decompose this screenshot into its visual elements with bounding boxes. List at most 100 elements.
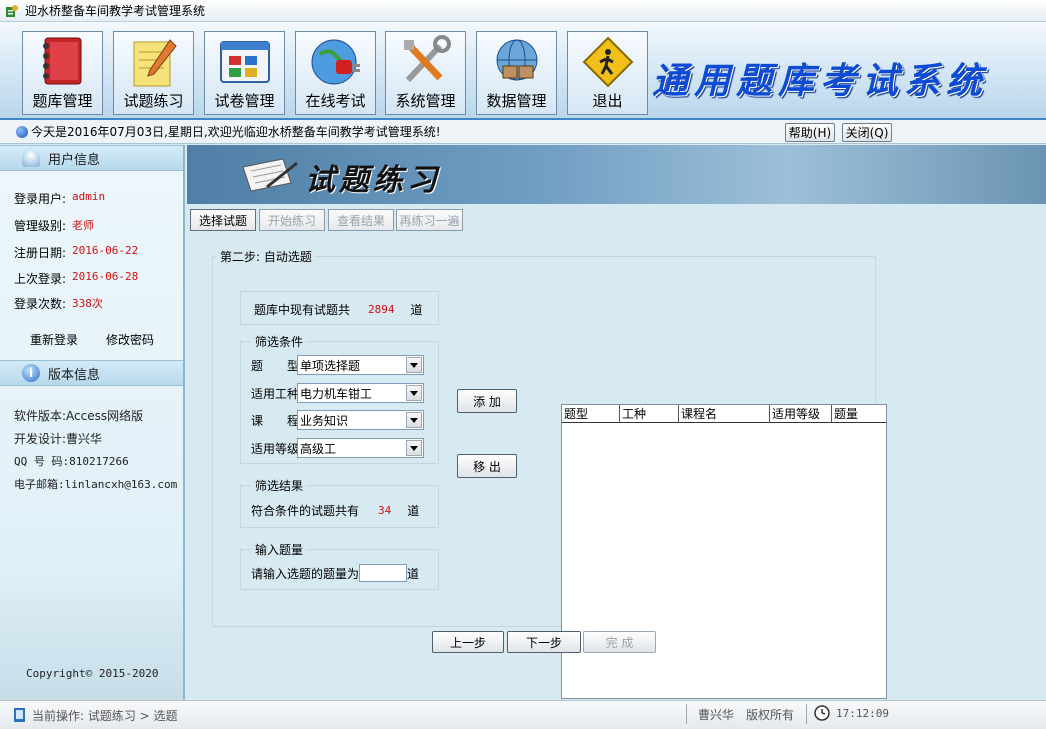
info-icon: i: [22, 364, 40, 382]
total-suffix: 道: [410, 303, 423, 317]
sidebar: 用户信息 登录用户: admin 管理级别: 老师 注册日期: 2016-06-…: [0, 145, 185, 700]
result-prefix: 符合条件的试题共有: [251, 504, 360, 518]
finish-button[interactable]: 完 成: [583, 631, 656, 653]
course-select[interactable]: 业务知识: [297, 410, 424, 430]
prev-step-button[interactable]: 上一步: [432, 631, 504, 653]
total-row: 题库中现有试题共 2894 道: [254, 301, 423, 318]
status-bar: 当前操作: 试题练习 > 选题: [0, 700, 1046, 729]
book-icon: [33, 34, 93, 92]
filter-label: 适用工种: [251, 387, 300, 401]
toolbar-label: 在线考试: [305, 92, 366, 110]
page-banner: 试题练习: [187, 145, 1046, 204]
info-label: 管理级别:: [14, 219, 67, 233]
selected-questions-list[interactable]: 题型 工种 课程名 适用等级 题量: [561, 404, 887, 699]
copyright-owner: 曹兴华 版权所有: [698, 708, 795, 722]
result-value: 34: [378, 504, 392, 517]
job-type-select[interactable]: 电力机车钳工: [297, 383, 424, 403]
globe-icon: [16, 125, 28, 138]
user-row: 注册日期: 2016-06-22: [14, 244, 138, 261]
info-label: 登录用户:: [14, 192, 67, 206]
column-header[interactable]: 题型: [562, 405, 620, 423]
column-header[interactable]: 工种: [620, 405, 679, 423]
question-type-select[interactable]: 单项选择题: [297, 355, 424, 375]
select-value: 电力机车钳工: [300, 386, 373, 401]
chevron-down-icon[interactable]: [406, 412, 422, 428]
toolbar-label: 退出: [592, 92, 623, 110]
app-icon: [5, 4, 19, 18]
close-button[interactable]: 关闭(Q): [842, 123, 892, 142]
status-divider: [806, 704, 807, 724]
input-prefix: 请输入选题的题量为: [251, 566, 360, 581]
version-row: 电子邮箱:linlancxh@163.com: [14, 478, 178, 491]
total-prefix: 题库中现有试题共: [254, 303, 351, 317]
column-header[interactable]: 题量: [832, 405, 884, 423]
info-value: admin: [72, 190, 106, 203]
input-box: 输入题量 请输入选题的题量为 道: [240, 541, 439, 590]
list-header: 题型 工种 课程名 适用等级 题量: [562, 405, 886, 423]
operation-icon: [12, 707, 28, 723]
window-grid-icon: [215, 34, 275, 92]
info-value: 老师: [72, 219, 95, 232]
toolbar-button-exit[interactable]: 退出: [567, 31, 648, 115]
step-practice-again[interactable]: 再练习一遍: [396, 209, 463, 231]
chevron-down-icon[interactable]: [406, 357, 422, 373]
globe-plug-icon: [306, 34, 366, 92]
user-row: 登录次数: 338次: [14, 295, 103, 312]
filter-label: 适用等级: [251, 442, 300, 456]
version-info-header: i 版本信息: [0, 360, 183, 386]
version-row: 开发设计:曹兴华: [14, 432, 103, 446]
user-row: 管理级别: 老师: [14, 217, 94, 234]
user-row: 登录用户: admin: [14, 190, 105, 207]
total-box: 题库中现有试题共 2894 道: [240, 291, 439, 325]
main-panel: 试题练习 选择试题 开始练习 查看结果 再练习一遍 第二步: 自动选题 题库中现…: [187, 145, 1046, 700]
input-title: 输入题量: [252, 541, 307, 558]
toolbar-button-question-bank[interactable]: 题库管理: [22, 31, 103, 115]
relogin-link[interactable]: 重新登录: [30, 331, 78, 348]
status-divider: [686, 704, 687, 724]
group-title: 第二步: 自动选题: [217, 248, 315, 265]
change-password-link[interactable]: 修改密码: [106, 331, 154, 348]
result-box: 筛选结果 符合条件的试题共有 34 道: [240, 477, 439, 528]
auto-select-group: 第二步: 自动选题 题库中现有试题共 2894 道 筛选条件 题 型 单项选择题…: [212, 248, 887, 699]
chevron-down-icon[interactable]: [406, 385, 422, 401]
toolbar-label: 题库管理: [32, 92, 93, 110]
info-value: 338次: [72, 297, 103, 310]
notepad-pencil-icon: [124, 34, 184, 92]
remove-button[interactable]: 移 出: [457, 454, 517, 478]
clock-icon: [814, 705, 830, 724]
question-count-input[interactable]: [359, 564, 408, 582]
next-step-button[interactable]: 下一步: [507, 631, 581, 653]
copyright: Copyright© 2015-2020: [26, 667, 159, 680]
result-suffix: 道: [407, 504, 420, 518]
step-view-results[interactable]: 查看结果: [328, 209, 394, 231]
filter-label: 题 型: [251, 359, 300, 373]
toolbar-label: 试题练习: [123, 92, 184, 110]
info-value: 2016-06-28: [72, 270, 139, 283]
chevron-down-icon[interactable]: [406, 440, 422, 456]
user-row: 上次登录: 2016-06-28: [14, 270, 138, 287]
toolbar-button-exam-papers[interactable]: 试卷管理: [204, 31, 285, 115]
toolbar-button-online-exam[interactable]: 在线考试: [295, 31, 376, 115]
input-suffix: 道: [407, 566, 420, 581]
status-time: 17:12:09: [836, 707, 889, 720]
column-header[interactable]: 课程名: [679, 405, 770, 423]
level-select[interactable]: 高级工: [297, 438, 424, 458]
toolbar-button-practice[interactable]: 试题练习: [113, 31, 194, 115]
step-start-practice[interactable]: 开始练习: [259, 209, 325, 231]
version-row: QQ 号 码:810217266: [14, 455, 129, 468]
network-icon: [487, 34, 547, 92]
version-row: 软件版本:Access网络版: [14, 409, 144, 423]
select-value: 业务知识: [300, 413, 349, 428]
help-button[interactable]: 帮助(H): [785, 123, 835, 142]
total-value: 2894: [368, 303, 395, 316]
toolbar-label: 试卷管理: [214, 92, 275, 110]
toolbar-button-data-management[interactable]: 数据管理: [476, 31, 557, 115]
info-label: 上次登录:: [14, 272, 67, 286]
column-header[interactable]: 适用等级: [770, 405, 832, 423]
window-title: 迎水桥整备车间教学考试管理系统: [25, 4, 206, 18]
add-button[interactable]: 添 加: [457, 389, 517, 413]
step-select-questions[interactable]: 选择试题: [190, 209, 256, 231]
tools-icon: [396, 34, 456, 92]
info-label: 注册日期:: [14, 246, 67, 260]
toolbar-button-system-management[interactable]: 系统管理: [385, 31, 466, 115]
